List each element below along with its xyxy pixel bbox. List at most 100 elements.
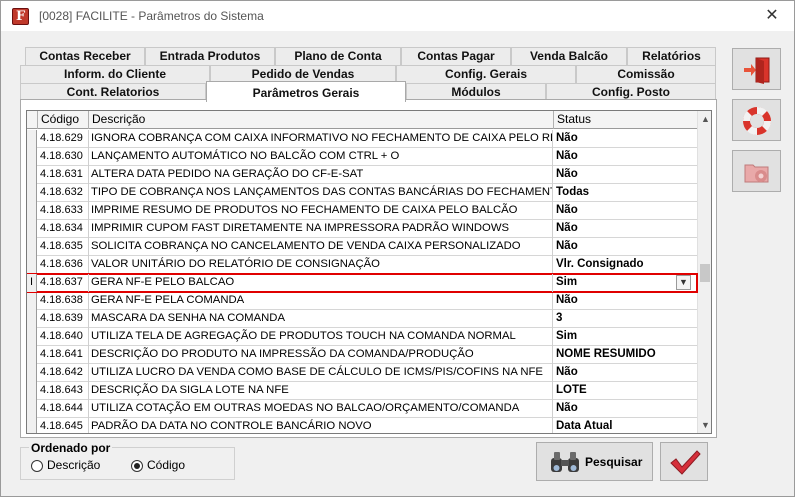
row-indicator[interactable] [27, 202, 37, 220]
row-indicator[interactable] [27, 382, 37, 400]
header-status[interactable]: Status [554, 111, 697, 129]
cell-description[interactable]: VALOR UNITÁRIO DO RELATÓRIO DE CONSIGNAÇ… [89, 256, 553, 274]
row-indicator[interactable] [27, 364, 37, 382]
cell-code[interactable]: 4.18.639 [38, 310, 89, 328]
cell-description[interactable]: SOLICITA COBRANÇA NO CANCELAMENTO DE VEN… [89, 238, 553, 256]
tab-entrada-produtos[interactable]: Entrada Produtos [145, 47, 275, 65]
tab-relatorios[interactable]: Relatórios [627, 47, 716, 65]
cell-status[interactable]: Não [554, 364, 697, 382]
cell-status[interactable]: Não [554, 148, 697, 166]
row-indicator[interactable] [27, 346, 37, 364]
cell-code[interactable]: 4.18.637 [38, 274, 89, 292]
scroll-thumb[interactable] [700, 264, 710, 282]
tab-venda-balcao[interactable]: Venda Balcão [511, 47, 627, 65]
table-row-selected[interactable]: I 4.18.637 GERA NF-E PELO BALCAO Sim ▼ [27, 273, 698, 293]
table-row[interactable]: 4.18.640 UTILIZA TELA DE AGREGAÇÃO DE PRO… [27, 328, 697, 346]
row-indicator[interactable] [27, 418, 37, 433]
table-row[interactable]: 4.18.630 LANÇAMENTO AUTOMÁTICO NO BALCÃO … [27, 148, 697, 166]
row-indicator[interactable] [27, 292, 37, 310]
cell-code[interactable]: 4.18.642 [38, 364, 89, 382]
vertical-scrollbar[interactable]: ▲ ▼ [697, 111, 711, 433]
cell-status[interactable]: Todas [554, 184, 697, 202]
settings-button[interactable] [732, 150, 781, 192]
table-row[interactable]: 4.18.636 VALOR UNITÁRIO DO RELATÓRIO DE C… [27, 256, 697, 274]
table-row[interactable]: 4.18.632 TIPO DE COBRANÇA NOS LANÇAMENTOS… [27, 184, 697, 202]
row-indicator[interactable] [27, 184, 37, 202]
cell-code[interactable]: 4.18.633 [38, 202, 89, 220]
cell-status[interactable]: Data Atual [554, 418, 697, 433]
row-indicator[interactable] [27, 166, 37, 184]
radio-codigo-dot[interactable] [131, 460, 143, 472]
cell-status[interactable]: Não [554, 202, 697, 220]
cell-status[interactable]: Não [554, 166, 697, 184]
table-row[interactable]: 4.18.633 IMPRIME RESUMO DE PRODUTOS NO FE… [27, 202, 697, 220]
cell-code[interactable]: 4.18.634 [38, 220, 89, 238]
table-row[interactable]: 4.18.638 GERA NF-E PELA COMANDA Não [27, 292, 697, 310]
confirm-button[interactable] [660, 442, 708, 481]
cell-status[interactable]: Não [554, 238, 697, 256]
chevron-down-icon[interactable]: ▼ [698, 417, 711, 433]
cell-description[interactable]: MASCARA DA SENHA NA COMANDA [89, 310, 553, 328]
table-row[interactable]: 4.18.634 IMPRIMIR CUPOM FAST DIRETAMENTE … [27, 220, 697, 238]
tab-contas-pagar[interactable]: Contas Pagar [401, 47, 511, 65]
cell-status[interactable]: Não [554, 130, 697, 148]
cell-description[interactable]: TIPO DE COBRANÇA NOS LANÇAMENTOS DAS CON… [89, 184, 553, 202]
close-button[interactable]: ✕ [759, 3, 785, 29]
cell-status[interactable]: 3 [554, 310, 697, 328]
tab-plano-de-conta[interactable]: Plano de Conta [275, 47, 401, 65]
row-indicator[interactable] [27, 130, 37, 148]
cell-status[interactable]: Não [554, 292, 697, 310]
cell-description[interactable]: UTILIZA COTAÇÃO EM OUTRAS MOEDAS NO BALC… [89, 400, 553, 418]
cell-description[interactable]: DESCRIÇÃO DA SIGLA LOTE NA NFE [89, 382, 553, 400]
table-row[interactable]: 4.18.645 PADRÃO DA DATA NO CONTROLE BANCÁ… [27, 418, 697, 433]
row-indicator[interactable] [27, 256, 37, 274]
cell-code[interactable]: 4.18.632 [38, 184, 89, 202]
cell-code[interactable]: 4.18.636 [38, 256, 89, 274]
chevron-down-icon[interactable]: ▼ [676, 275, 691, 290]
cell-code[interactable]: 4.18.635 [38, 238, 89, 256]
tab-contas-receber[interactable]: Contas Receber [25, 47, 145, 65]
row-indicator[interactable] [27, 220, 37, 238]
cell-description[interactable]: ALTERA DATA PEDIDO NA GERAÇÃO DO CF-E-SA… [89, 166, 553, 184]
tab-config-gerais[interactable]: Config. Gerais [396, 65, 576, 83]
cell-code[interactable]: 4.18.641 [38, 346, 89, 364]
tab-parametros-gerais[interactable]: Parâmetros Gerais [206, 81, 406, 102]
cell-code[interactable]: 4.18.644 [38, 400, 89, 418]
chevron-up-icon[interactable]: ▲ [698, 111, 711, 127]
cell-description[interactable]: UTILIZA TELA DE AGREGAÇÃO DE PRODUTOS TO… [89, 328, 553, 346]
cell-code[interactable]: 4.18.643 [38, 382, 89, 400]
cell-code[interactable]: 4.18.640 [38, 328, 89, 346]
tab-comissao[interactable]: Comissão [576, 65, 716, 83]
table-row[interactable]: 4.18.644 UTILIZA COTAÇÃO EM OUTRAS MOEDAS… [27, 400, 697, 418]
table-row[interactable]: 4.18.643 DESCRIÇÃO DA SIGLA LOTE NA NFE LO… [27, 382, 697, 400]
exit-button[interactable] [732, 48, 781, 90]
cell-status[interactable]: Vlr. Consignado [554, 256, 697, 274]
table-row[interactable]: 4.18.642 UTILIZA LUCRO DA VENDA COMO BASE… [27, 364, 697, 382]
radio-descricao[interactable]: Descrição [31, 458, 111, 474]
table-row[interactable]: 4.18.641 DESCRIÇÃO DO PRODUTO NA IMPRESSÃ… [27, 346, 697, 364]
table-row[interactable]: 4.18.639 MASCARA DA SENHA NA COMANDA 3 [27, 310, 697, 328]
row-indicator[interactable] [27, 310, 37, 328]
help-button[interactable] [732, 99, 781, 141]
search-button[interactable]: Pesquisar [536, 442, 653, 481]
table-row[interactable]: 4.18.629 IGNORA COBRANÇA COM CAIXA INFORM… [27, 130, 697, 148]
cell-code[interactable]: 4.18.629 [38, 130, 89, 148]
cell-status[interactable]: Não [554, 220, 697, 238]
cell-status[interactable]: LOTE [554, 382, 697, 400]
cell-code[interactable]: 4.18.630 [38, 148, 89, 166]
header-descricao[interactable]: Descrição [89, 111, 554, 129]
tab-inform-do-cliente[interactable]: Inform. do Cliente [20, 65, 210, 83]
cell-description[interactable]: LANÇAMENTO AUTOMÁTICO NO BALCÃO COM CTRL… [89, 148, 553, 166]
header-codigo[interactable]: Código [38, 111, 89, 129]
cell-description[interactable]: GERA NF-E PELO BALCAO [89, 274, 553, 292]
cell-code[interactable]: 4.18.645 [38, 418, 89, 433]
cell-description[interactable]: DESCRIÇÃO DO PRODUTO NA IMPRESSÃO DA COM… [89, 346, 553, 364]
cell-description[interactable]: PADRÃO DA DATA NO CONTROLE BANCÁRIO NOVO [89, 418, 553, 433]
cell-description[interactable]: IMPRIMIR CUPOM FAST DIRETAMENTE NA IMPRE… [89, 220, 553, 238]
radio-descricao-dot[interactable] [31, 460, 43, 472]
table-row[interactable]: 4.18.631 ALTERA DATA PEDIDO NA GERAÇÃO DO… [27, 166, 697, 184]
cell-status[interactable]: Sim [554, 328, 697, 346]
cell-description[interactable]: GERA NF-E PELA COMANDA [89, 292, 553, 310]
cell-code[interactable]: 4.18.631 [38, 166, 89, 184]
parameters-grid[interactable]: Código Descrição Status 4.18.629 IGNORA C… [26, 110, 712, 434]
